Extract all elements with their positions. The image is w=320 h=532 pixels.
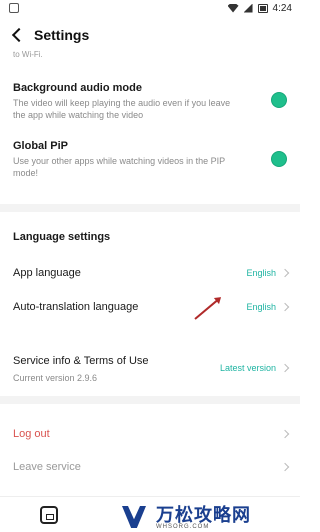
service-version-status: Latest version bbox=[219, 363, 276, 373]
auto-translation-value: English bbox=[246, 302, 276, 312]
home-icon[interactable] bbox=[40, 506, 58, 524]
auto-translation-row[interactable]: Auto-translation language English bbox=[13, 299, 291, 315]
background-audio-description: The video will keep playing the audio ev… bbox=[13, 98, 231, 120]
current-version: Current version 2.9.6 bbox=[13, 373, 98, 383]
section-divider bbox=[0, 204, 300, 212]
cellular-icon bbox=[243, 3, 253, 13]
background-audio-toggle[interactable] bbox=[272, 93, 286, 107]
global-pip-description: Use your other apps while watching video… bbox=[13, 156, 225, 178]
service-info-label: Service info & Terms of Use bbox=[13, 355, 149, 367]
app-language-value: English bbox=[246, 268, 276, 278]
background-audio-setting: Background audio mode The video will kee… bbox=[13, 82, 288, 121]
global-pip-toggle[interactable] bbox=[272, 152, 286, 166]
header: Settings bbox=[0, 22, 300, 48]
chevron-right-icon bbox=[281, 462, 291, 472]
chevron-right-icon bbox=[281, 429, 291, 439]
app-language-row[interactable]: App language English bbox=[13, 265, 291, 281]
notification-icon bbox=[9, 3, 19, 13]
watermark: 万松攻略网 WHSORG.COM bbox=[120, 506, 290, 530]
service-info-row[interactable]: Service info & Terms of Use Latest versi… bbox=[13, 353, 291, 373]
logout-label: Log out bbox=[13, 428, 50, 440]
background-audio-title: Background audio mode bbox=[13, 82, 142, 94]
watermark-name: 万松攻略网 bbox=[156, 505, 251, 525]
global-pip-setting: Global PiP Use your other apps while wat… bbox=[13, 140, 288, 179]
auto-translation-label: Auto-translation language bbox=[13, 301, 139, 313]
global-pip-title: Global PiP bbox=[13, 140, 69, 152]
truncated-description: to Wi-Fi. bbox=[13, 50, 43, 59]
back-arrow-icon[interactable] bbox=[4, 22, 34, 48]
status-bar: 4:24 bbox=[0, 0, 300, 16]
logout-row[interactable]: Log out bbox=[13, 426, 291, 442]
chevron-right-icon bbox=[281, 302, 291, 312]
watermark-logo-icon bbox=[120, 506, 150, 530]
section-divider bbox=[0, 396, 300, 404]
page-title: Settings bbox=[34, 27, 90, 43]
leave-service-row[interactable]: Leave service bbox=[13, 459, 291, 475]
chevron-right-icon bbox=[281, 268, 291, 278]
watermark-url: WHSORG.COM bbox=[156, 524, 210, 530]
status-icons: 4:24 bbox=[227, 2, 292, 14]
chevron-right-icon bbox=[281, 363, 291, 373]
status-time: 4:24 bbox=[272, 2, 292, 14]
battery-icon bbox=[257, 3, 268, 13]
leave-service-label: Leave service bbox=[13, 461, 81, 473]
language-section-title: Language settings bbox=[13, 231, 111, 243]
wifi-icon bbox=[227, 3, 239, 13]
app-language-label: App language bbox=[13, 267, 81, 279]
